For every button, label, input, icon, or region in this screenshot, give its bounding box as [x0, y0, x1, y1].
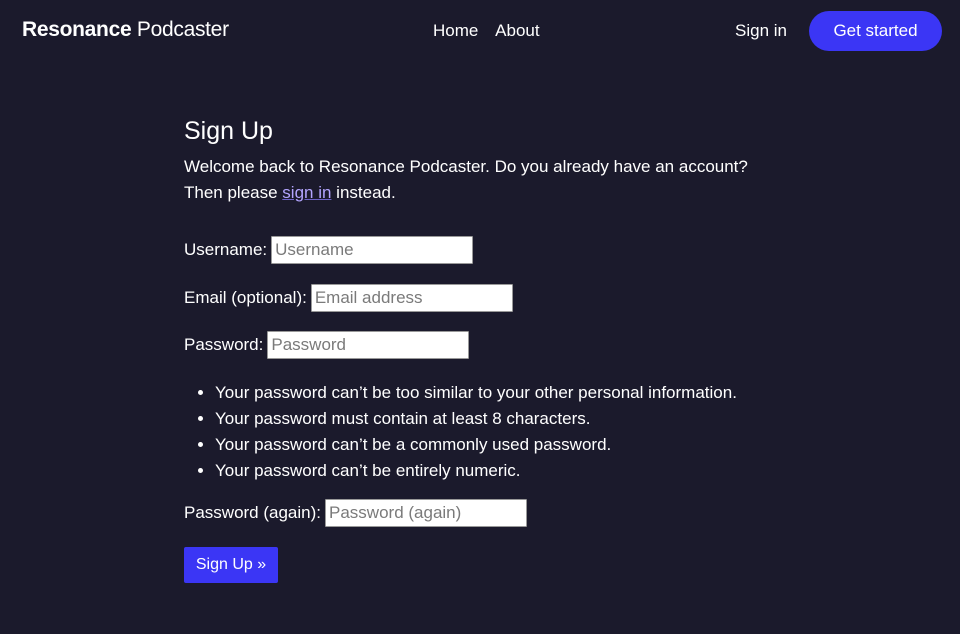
top-nav: Resonance Podcaster Home About Sign in G… [0, 0, 960, 64]
get-started-button[interactable]: Get started [809, 11, 942, 51]
username-row: Username: [184, 236, 474, 264]
password-rule: Your password can’t be entirely numeric. [215, 458, 737, 484]
password-row: Password: [184, 331, 470, 359]
sign-up-submit-button[interactable]: Sign Up » [184, 547, 278, 583]
password-again-input[interactable] [325, 499, 528, 527]
signup-content: Sign Up Welcome back to Resonance Podcas… [184, 116, 784, 583]
password-label: Password: [184, 335, 264, 354]
password-rules-list: Your password can’t be too similar to yo… [184, 380, 737, 484]
intro-text-after: instead. [331, 183, 396, 202]
password-again-row: Password (again): [184, 499, 528, 527]
brand-name-bold: Resonance [22, 18, 132, 41]
intro-sign-in-link[interactable]: sign in [282, 183, 331, 202]
password-again-label: Password (again): [184, 503, 322, 522]
password-input[interactable] [267, 331, 470, 359]
username-label: Username: [184, 240, 268, 259]
brand-logo[interactable]: Resonance Podcaster [22, 18, 229, 42]
password-rule: Your password can’t be a commonly used p… [215, 432, 737, 458]
intro-text-before: Welcome back to Resonance Podcaster. Do … [184, 157, 748, 202]
nav-links: Home About [433, 21, 553, 41]
page-title: Sign Up [184, 117, 273, 145]
email-label: Email (optional): [184, 288, 307, 307]
email-row: Email (optional): [184, 284, 513, 312]
username-input[interactable] [271, 236, 474, 264]
password-rule: Your password can’t be too similar to yo… [215, 380, 737, 406]
brand-name-light: Podcaster [136, 18, 229, 41]
intro-text: Welcome back to Resonance Podcaster. Do … [184, 154, 784, 206]
email-input[interactable] [310, 284, 513, 312]
nav-home-link[interactable]: Home [433, 21, 478, 40]
sign-in-link[interactable]: Sign in [735, 21, 787, 41]
nav-about-link[interactable]: About [495, 21, 539, 40]
password-rule: Your password must contain at least 8 ch… [215, 406, 737, 432]
